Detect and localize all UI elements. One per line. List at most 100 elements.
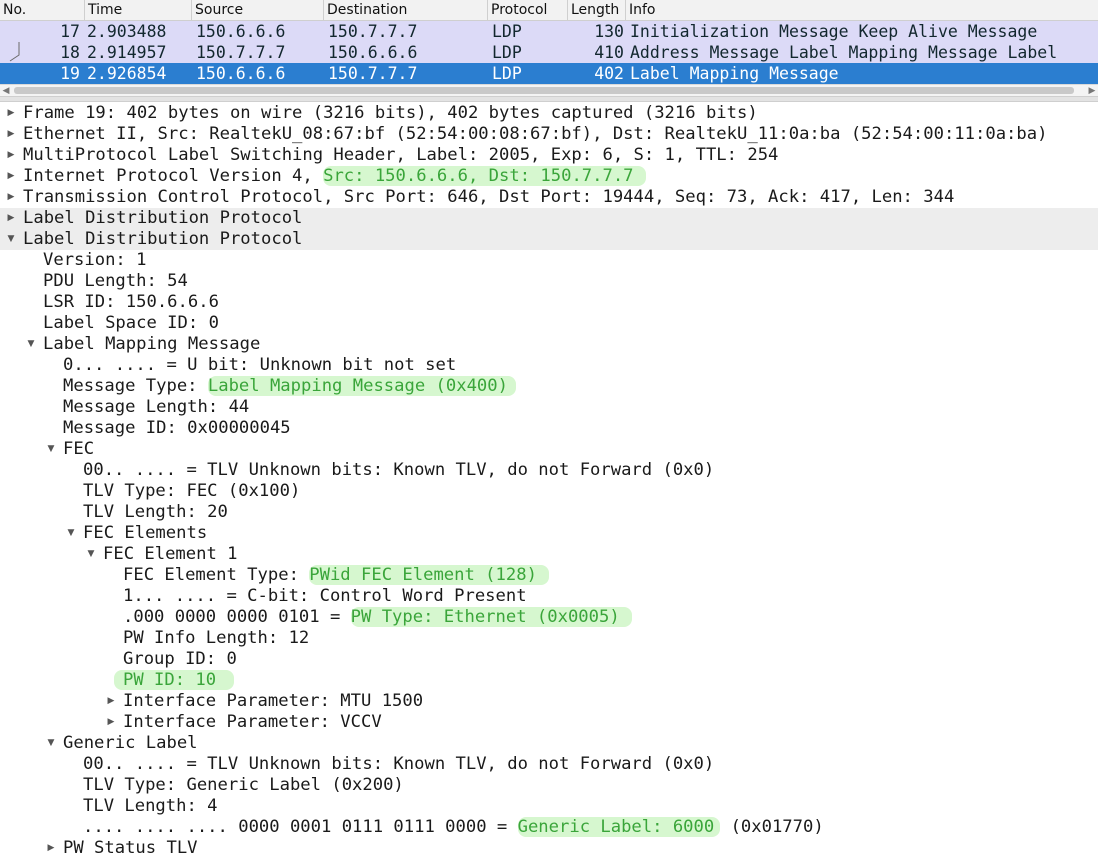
field-pw-info-length[interactable]: PW Info Length: 12 [0,628,1098,649]
highlight-fec-element-type: PWid FEC Element (128) [309,565,549,585]
highlight-message-type: Label Mapping Message (0x400) [207,376,516,396]
field-prefix: Message Type: [63,376,208,396]
field-pw-id[interactable]: PW ID: 10 [0,670,1098,691]
field-label: Version: 1 [43,250,147,270]
tree-item-mpls[interactable]: ▶ MultiProtocol Label Switching Header, … [0,145,1098,166]
field-gl-unknown-bits[interactable]: 00.. .... = TLV Unknown bits: Known TLV,… [0,754,1098,775]
tree-item-fec[interactable]: ▼ FEC [0,439,1098,460]
tree-item-if-param-mtu[interactable]: ▶ Interface Parameter: MTU 1500 [0,691,1098,712]
tree-item-label: FEC Element 1 [103,544,238,564]
packet-protocol: LDP [492,64,522,83]
field-c-bit[interactable]: 1... .... = C-bit: Control Word Present [0,586,1098,607]
ip-prefix: Internet Protocol Version 4, [23,166,324,186]
collapse-arrow-icon[interactable]: ▼ [24,334,38,355]
collapse-arrow-icon[interactable]: ▼ [64,523,78,544]
tree-item-generic-label[interactable]: ▼ Generic Label [0,733,1098,754]
field-generic-label-value[interactable]: .... .... .... 0000 0001 0111 0111 0000 … [0,817,1098,838]
field-gl-tlv-type[interactable]: TLV Type: Generic Label (0x200) [0,775,1098,796]
tree-item-ip[interactable]: ▶ Internet Protocol Version 4, Src: 150.… [0,166,1098,187]
packet-list: No. Time Source Destination Protocol Len… [0,0,1098,98]
tree-item-label: Interface Parameter: MTU 1500 [123,691,424,711]
field-label: 00.. .... = TLV Unknown bits: Known TLV,… [83,460,715,480]
packet-source: 150.6.6.6 [196,64,286,83]
tree-item-label: Frame 19: 402 bytes on wire (3216 bits),… [23,103,758,123]
packet-protocol: LDP [492,43,522,62]
tree-item-fec-element-1[interactable]: ▼ FEC Element 1 [0,544,1098,565]
field-label-space-id[interactable]: Label Space ID: 0 [0,313,1098,334]
tree-item-frame[interactable]: ▶ Frame 19: 402 bytes on wire (3216 bits… [0,103,1098,124]
column-header-no[interactable]: No. [0,0,85,20]
column-header-source[interactable]: Source [192,0,324,20]
expand-arrow-icon[interactable]: ▶ [4,187,18,208]
field-label: PDU Length: 54 [43,271,188,291]
field-pw-type[interactable]: .000 0000 0000 0101 = PW Type: Ethernet … [0,607,1098,628]
field-label: PW ID: 10 [114,670,235,691]
field-gl-tlv-length[interactable]: TLV Length: 4 [0,796,1098,817]
field-label: FEC Element Type: PWid FEC Element (128) [123,565,549,586]
field-message-id[interactable]: Message ID: 0x00000045 [0,418,1098,439]
field-label: 00.. .... = TLV Unknown bits: Known TLV,… [83,754,715,774]
packet-row-selected[interactable]: 19 2.926854 150.6.6.6 150.7.7.7 LDP 402 … [0,63,1098,84]
packet-source: 150.7.7.7 [196,43,286,62]
field-prefix: .000 0000 0000 0101 = [123,607,351,627]
tree-item-ldp-collapsed[interactable]: ▶ Label Distribution Protocol [0,208,1098,229]
collapse-arrow-icon[interactable]: ▼ [4,229,18,250]
field-label: 1... .... = C-bit: Control Word Present [123,586,527,606]
expand-arrow-icon[interactable]: ▶ [104,691,118,712]
field-message-length[interactable]: Message Length: 44 [0,397,1098,418]
pane-splitter[interactable] [0,96,1098,102]
column-header-time[interactable]: Time [85,0,192,20]
tree-item-label: Label Distribution Protocol [23,229,303,249]
packet-row[interactable]: 17 2.903488 150.6.6.6 150.7.7.7 LDP 130 … [0,21,1098,42]
expand-arrow-icon[interactable]: ▶ [44,838,58,859]
field-pdu-length[interactable]: PDU Length: 54 [0,271,1098,292]
collapse-arrow-icon[interactable]: ▼ [84,544,98,565]
column-header-info[interactable]: Info [626,0,1098,20]
field-group-id[interactable]: Group ID: 0 [0,649,1098,670]
tree-item-label: Ethernet II, Src: RealtekU_08:67:bf (52:… [23,124,1048,144]
tree-item-label: PW Status TLV [63,838,198,858]
field-prefix: FEC Element Type: [123,565,310,585]
tree-item-ethernet[interactable]: ▶ Ethernet II, Src: RealtekU_08:67:bf (5… [0,124,1098,145]
packet-destination: 150.7.7.7 [328,22,418,41]
scrollbar-thumb[interactable] [14,87,1074,94]
packet-info: Label Mapping Message [630,64,839,83]
field-fec-unknown-bits[interactable]: 00.. .... = TLV Unknown bits: Known TLV,… [0,460,1098,481]
tree-item-label: Generic Label [63,733,198,753]
expand-arrow-icon[interactable]: ▶ [104,712,118,733]
packet-time: 2.903488 [87,22,167,41]
field-fec-tlv-type[interactable]: TLV Type: FEC (0x100) [0,481,1098,502]
field-fec-element-type[interactable]: FEC Element Type: PWid FEC Element (128) [0,565,1098,586]
field-version[interactable]: Version: 1 [0,250,1098,271]
expand-arrow-icon[interactable]: ▶ [4,208,18,229]
packet-time: 2.914957 [87,43,167,62]
field-prefix: .... .... .... 0000 0001 0111 0111 0000 … [83,817,518,837]
expand-arrow-icon[interactable]: ▶ [4,145,18,166]
expand-arrow-icon[interactable]: ▶ [4,124,18,145]
packet-no: 17 [60,22,80,41]
expand-arrow-icon[interactable]: ▶ [4,103,18,124]
expand-arrow-icon[interactable]: ▶ [4,166,18,187]
tree-item-label: Label Mapping Message [43,334,261,354]
tree-item-label-mapping[interactable]: ▼ Label Mapping Message [0,334,1098,355]
field-message-type[interactable]: Message Type: Label Mapping Message (0x4… [0,376,1098,397]
tree-item-label: Transmission Control Protocol, Src Port:… [23,187,955,207]
column-header-protocol[interactable]: Protocol [488,0,568,20]
packet-row[interactable]: 18 2.914957 150.7.7.7 150.6.6.6 LDP 410 … [0,42,1098,63]
collapse-arrow-icon[interactable]: ▼ [44,439,58,460]
field-lsr-id[interactable]: LSR ID: 150.6.6.6 [0,292,1098,313]
tree-item-ldp-expanded[interactable]: ▼ Label Distribution Protocol [0,229,1098,250]
tree-item-fec-elements[interactable]: ▼ FEC Elements [0,523,1098,544]
field-fec-tlv-length[interactable]: TLV Length: 20 [0,502,1098,523]
column-header-length[interactable]: Length [568,0,626,20]
field-u-bit[interactable]: 0... .... = U bit: Unknown bit not set [0,355,1098,376]
field-label: .... .... .... 0000 0001 0111 0111 0000 … [83,817,824,838]
tree-item-tcp[interactable]: ▶ Transmission Control Protocol, Src Por… [0,187,1098,208]
field-suffix: (0x01770) [720,817,824,837]
tree-item-if-param-vccv[interactable]: ▶ Interface Parameter: VCCV [0,712,1098,733]
packet-length: 130 [594,22,624,41]
column-header-destination[interactable]: Destination [324,0,488,20]
tree-item-pw-status[interactable]: ▶ PW Status TLV [0,838,1098,859]
collapse-arrow-icon[interactable]: ▼ [44,733,58,754]
packet-protocol: LDP [492,22,522,41]
